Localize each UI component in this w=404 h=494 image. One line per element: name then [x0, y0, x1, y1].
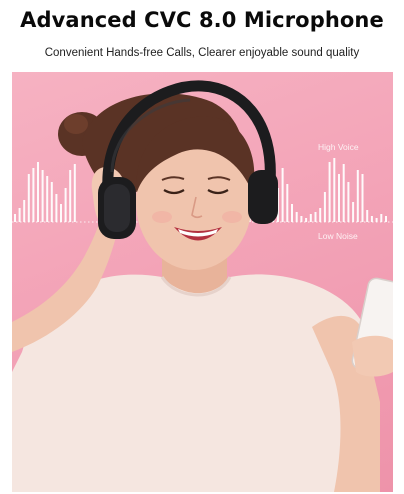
- waveform-bar: [342, 164, 345, 222]
- waveform-bar: [60, 204, 62, 222]
- waveform-bar: [50, 182, 53, 222]
- waveform-bar: [27, 174, 30, 222]
- headline: Advanced CVC 8.0 Microphone: [20, 8, 384, 32]
- waveform-bar: [338, 174, 340, 222]
- waveform-bar: [281, 168, 284, 222]
- waveform-bar: [73, 164, 76, 222]
- waveform-bar: [32, 168, 35, 222]
- waveform-bar: [356, 170, 359, 222]
- waveform-bar: [300, 216, 303, 222]
- tagline: Convenient Hands-free Calls, Clearer enj…: [44, 47, 360, 59]
- waveform-bar: [295, 212, 298, 222]
- waveform-bar: [370, 216, 373, 222]
- waveform-bar: [328, 162, 331, 222]
- waveform-bar: [37, 162, 39, 222]
- waveform-bar: [305, 218, 308, 222]
- waveform-bar: [64, 188, 67, 222]
- waveform-bar: [380, 214, 383, 222]
- waveform-bar: [55, 194, 58, 222]
- waveform-bar: [14, 214, 16, 222]
- waveform-bar: [385, 216, 387, 222]
- waveform-bar: [333, 158, 336, 222]
- waveform-bar: [361, 174, 364, 222]
- high-voice-label: High Voice: [318, 142, 359, 152]
- waveform-bar: [286, 184, 289, 222]
- waveform-bar: [352, 202, 355, 222]
- waveform-bar: [319, 208, 322, 222]
- waveform-bar: [18, 208, 21, 222]
- waveform-bar: [23, 200, 26, 222]
- waveform-bar: [69, 170, 72, 222]
- waveform-bar: [309, 214, 312, 222]
- waveform-bar: [46, 176, 49, 222]
- waveform-bar: [366, 210, 369, 222]
- waveform-bar: [347, 182, 350, 222]
- waveform-bar: [291, 204, 293, 222]
- waveform-bar: [314, 212, 317, 222]
- hero-illustration: [12, 80, 393, 492]
- waveform-bar: [41, 170, 44, 222]
- low-noise-label: Low Noise: [318, 231, 358, 241]
- waveform-bar: [323, 192, 326, 222]
- waveform-bar: [375, 218, 378, 222]
- product-hero-image: High Voice Low Noise: [12, 72, 393, 492]
